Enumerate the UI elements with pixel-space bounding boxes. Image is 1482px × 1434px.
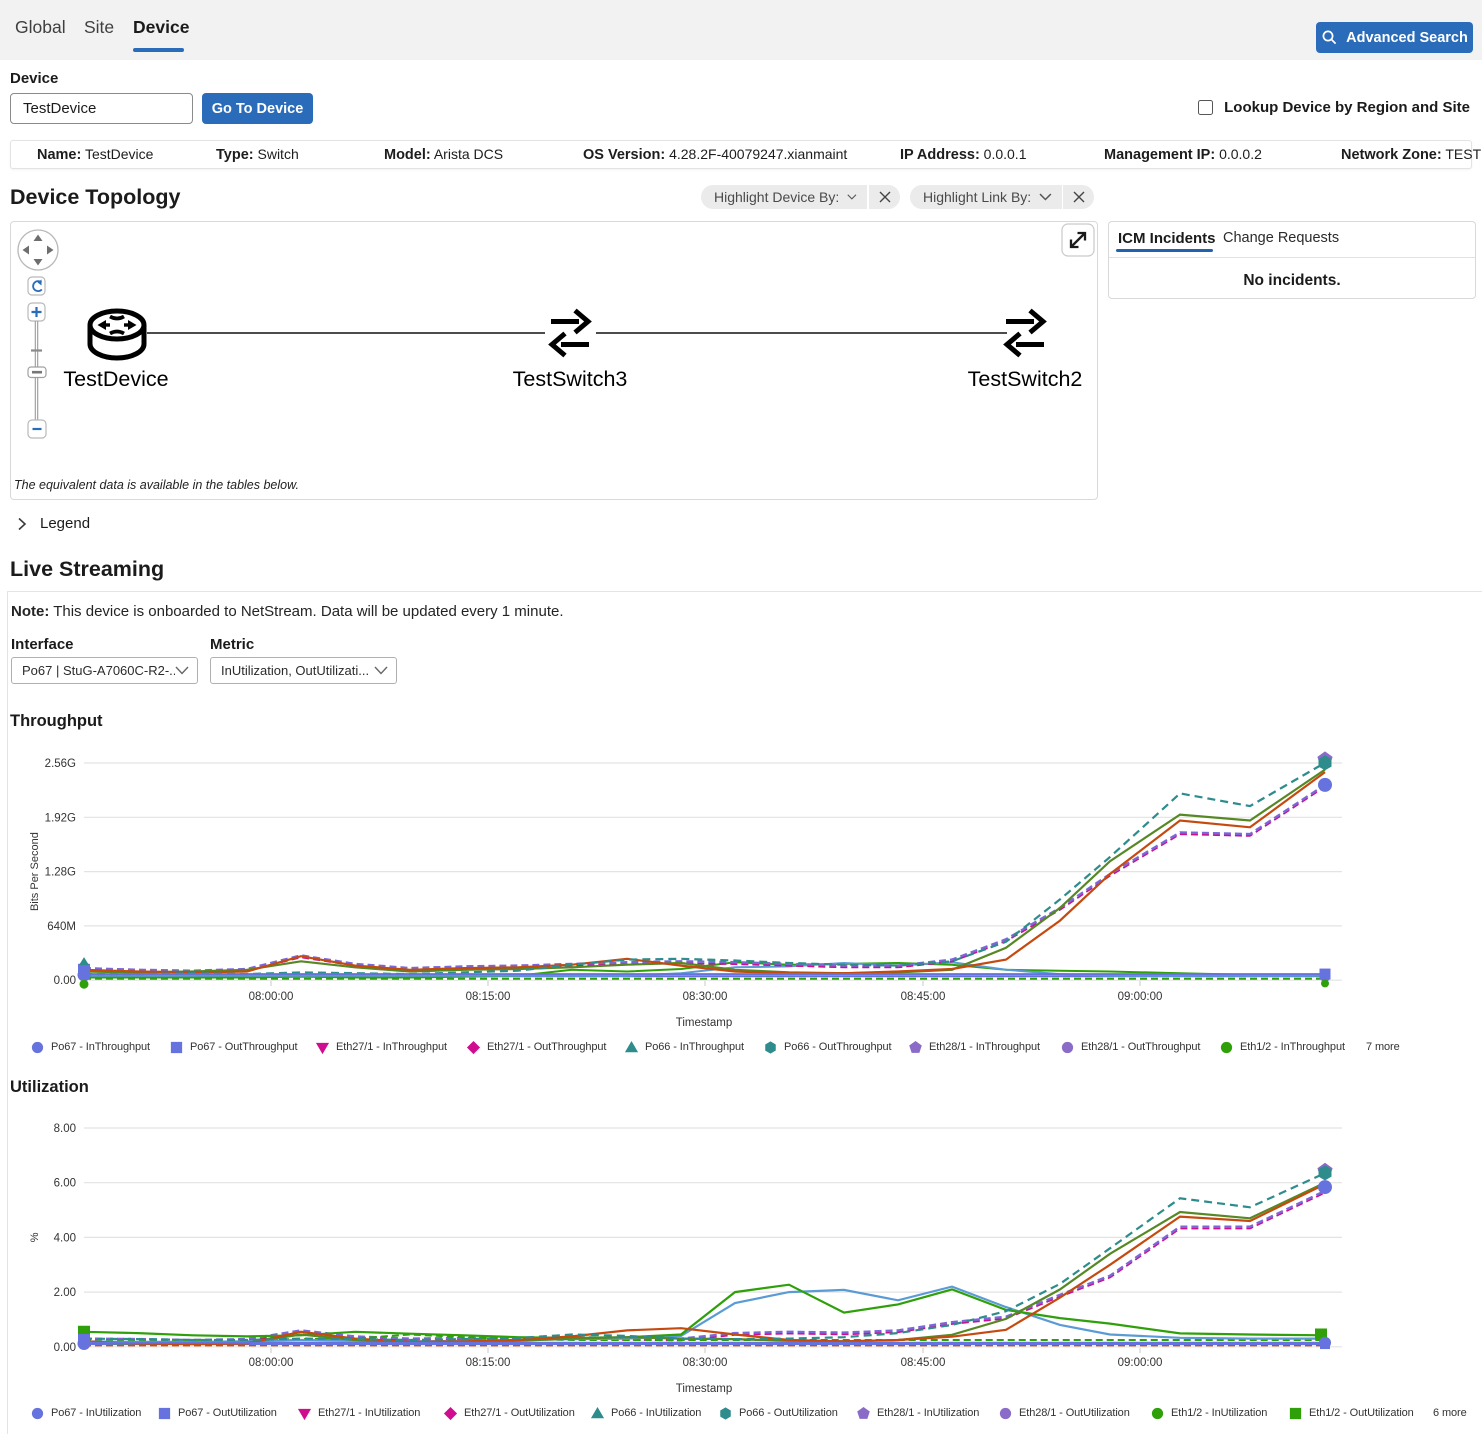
svg-text:Timestamp: Timestamp — [676, 1017, 732, 1029]
svg-text:0.00: 0.00 — [54, 975, 76, 987]
svg-text:8.00: 8.00 — [54, 1123, 76, 1135]
svg-text:2.00: 2.00 — [54, 1287, 76, 1299]
svg-text:08:15:00: 08:15:00 — [466, 991, 511, 1003]
svg-text:The equivalent data is availab: The equivalent data is available in the … — [14, 478, 299, 492]
svg-text:4.00: 4.00 — [54, 1232, 76, 1244]
svg-text:TestSwitch2: TestSwitch2 — [968, 367, 1083, 391]
svg-text:Bits Per Second: Bits Per Second — [29, 832, 41, 911]
svg-text:%: % — [29, 1232, 41, 1242]
svg-text:08:30:00: 08:30:00 — [683, 991, 728, 1003]
svg-text:640M: 640M — [47, 921, 76, 933]
svg-text:08:00:00: 08:00:00 — [249, 991, 294, 1003]
svg-text:1.92G: 1.92G — [45, 812, 76, 824]
svg-text:09:00:00: 09:00:00 — [1118, 1357, 1163, 1369]
svg-text:08:30:00: 08:30:00 — [683, 1357, 728, 1369]
svg-text:08:45:00: 08:45:00 — [901, 1357, 946, 1369]
svg-text:0.00: 0.00 — [54, 1342, 76, 1354]
svg-text:08:45:00: 08:45:00 — [901, 991, 946, 1003]
svg-text:2.56G: 2.56G — [45, 758, 76, 770]
svg-text:6.00: 6.00 — [54, 1178, 76, 1190]
svg-text:08:00:00: 08:00:00 — [249, 1357, 294, 1369]
svg-text:TestSwitch3: TestSwitch3 — [513, 367, 628, 391]
svg-text:TestDevice: TestDevice — [63, 367, 168, 391]
svg-text:08:15:00: 08:15:00 — [466, 1357, 511, 1369]
svg-text:Timestamp: Timestamp — [676, 1383, 732, 1395]
svg-text:09:00:00: 09:00:00 — [1118, 991, 1163, 1003]
svg-text:1.28G: 1.28G — [45, 867, 76, 879]
